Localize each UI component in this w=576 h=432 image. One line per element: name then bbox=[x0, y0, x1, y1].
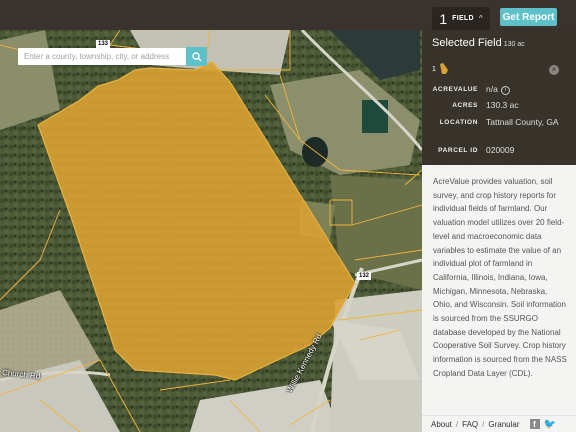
footer-separator: / bbox=[482, 419, 485, 429]
attr-value-parcel-id: 020009 bbox=[486, 145, 515, 155]
selected-field-panel: Selected Field 130 ac 1 × ACREVALUE n/a i … bbox=[422, 30, 576, 432]
route-shield-133: 133 bbox=[96, 40, 111, 48]
attr-value-acres: 130.3 ac bbox=[486, 100, 519, 110]
panel-header: Selected Field 130 ac 1 × ACREVALUE n/a i … bbox=[422, 30, 576, 165]
chevron-up-icon: ^ bbox=[478, 14, 483, 23]
attr-key-acrevalue: ACREVALUE bbox=[432, 86, 478, 93]
location-search-input[interactable] bbox=[18, 48, 186, 65]
top-bar: 1 FIELD ^ Get Report bbox=[0, 0, 576, 30]
panel-title-text: Selected Field bbox=[432, 37, 502, 49]
attr-value-acrevalue: n/a i bbox=[486, 84, 510, 95]
info-icon[interactable]: i bbox=[500, 86, 510, 95]
granular-link[interactable]: Granular bbox=[488, 420, 519, 429]
panel-title-acres: 130 ac bbox=[503, 41, 525, 48]
faq-link[interactable]: FAQ bbox=[462, 420, 478, 429]
field-shape-icon[interactable] bbox=[439, 62, 449, 76]
footer-separator: / bbox=[455, 419, 459, 429]
route-shield-132: 132 bbox=[357, 272, 372, 280]
attr-key-location: LOCATION bbox=[439, 119, 478, 126]
panel-title: Selected Field 130 ac bbox=[432, 37, 525, 49]
field-count-toggle[interactable]: 1 FIELD ^ bbox=[432, 7, 490, 30]
field-count-number: 1 bbox=[439, 10, 448, 27]
facebook-icon[interactable]: f bbox=[529, 419, 540, 429]
attr-key-acres: ACRES bbox=[452, 102, 478, 109]
search-button[interactable] bbox=[186, 47, 207, 66]
panel-description: AcreValue provides valuation, soil surve… bbox=[422, 165, 576, 415]
twitter-icon[interactable]: 🐦 bbox=[544, 419, 556, 430]
attr-key-parcel-id: PARCEL ID bbox=[438, 147, 478, 154]
panel-footer: About / FAQ / Granular f 🐦 bbox=[422, 415, 576, 432]
close-icon[interactable]: × bbox=[549, 65, 559, 75]
attr-value-location: Tattnall County, GA bbox=[486, 117, 559, 127]
about-link[interactable]: About bbox=[431, 420, 452, 429]
acrevalue-text: n/a bbox=[486, 84, 498, 94]
field-count-label: FIELD bbox=[452, 15, 474, 22]
field-index: 1 bbox=[432, 66, 436, 73]
get-report-button[interactable]: Get Report bbox=[500, 8, 557, 26]
search-icon bbox=[191, 51, 202, 62]
